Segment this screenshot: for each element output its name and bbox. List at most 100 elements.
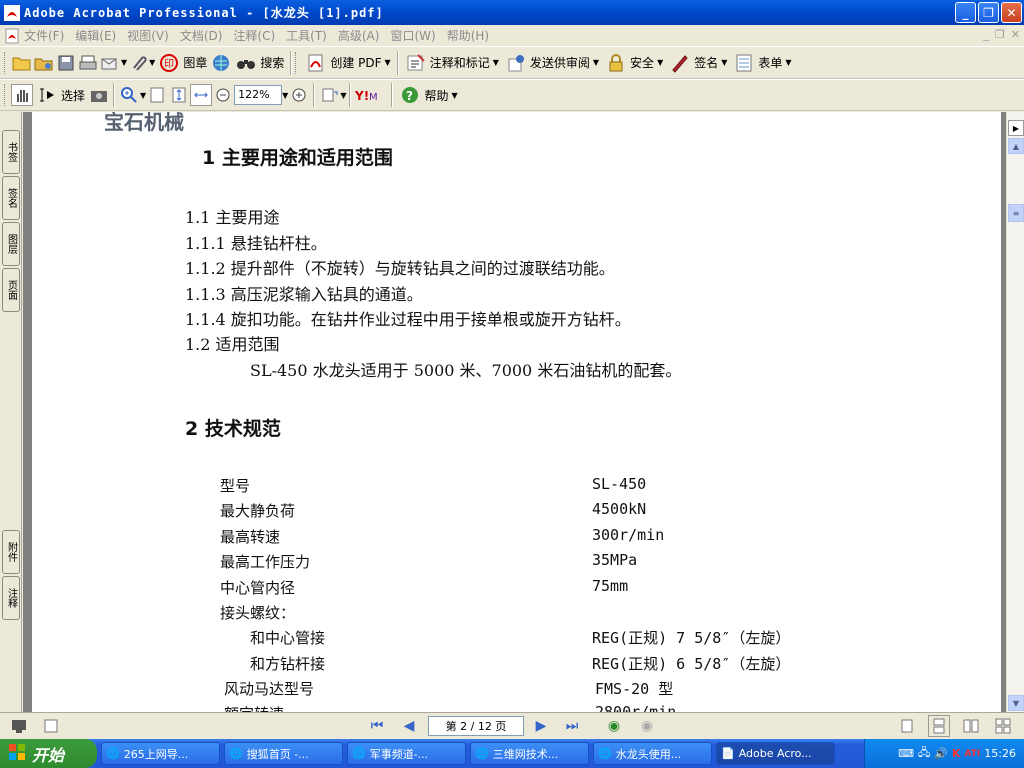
actual-size-icon[interactable] xyxy=(146,84,168,106)
snapshot-camera-icon[interactable] xyxy=(88,84,110,106)
continuous-page-icon[interactable] xyxy=(928,715,950,737)
menu-document[interactable]: 文档(D) xyxy=(180,27,223,44)
network-icon[interactable]: 🖧 xyxy=(918,744,930,763)
spec-label: 风动马达型号 xyxy=(224,680,315,698)
monitor-icon[interactable] xyxy=(8,715,30,737)
select-label: 选择 xyxy=(61,88,86,103)
email-icon[interactable] xyxy=(99,52,121,74)
task-item-ie[interactable]: 🌐 军事频道-... xyxy=(347,742,466,765)
scroll-thumb[interactable]: ≡ xyxy=(1008,204,1024,222)
menu-help[interactable]: 帮助(H) xyxy=(447,27,489,44)
scroll-down-icon[interactable]: ▼ xyxy=(1008,695,1024,711)
pane-expand-arrow-icon[interactable]: ▶ xyxy=(1008,120,1024,136)
clock[interactable]: 15:26 xyxy=(984,747,1016,760)
organizer-icon[interactable] xyxy=(33,52,55,74)
comment-markup-button[interactable]: 注释和标记 ▼ xyxy=(402,50,502,76)
spec-value: SL-450 xyxy=(592,475,647,493)
zoom-plus-icon[interactable] xyxy=(288,84,310,106)
toolbar-grip[interactable] xyxy=(295,51,298,74)
continuous-facing-icon[interactable] xyxy=(992,715,1014,737)
task-item-acrobat[interactable]: 📄 Adobe Acro... xyxy=(716,742,835,765)
secure-button[interactable]: 安全 ▼ xyxy=(602,50,666,76)
rotate-dropdown-icon[interactable]: ▼ xyxy=(340,91,346,100)
page-layout-icon[interactable] xyxy=(40,715,62,737)
previous-view-icon[interactable]: ◉ xyxy=(605,717,623,735)
forms-button[interactable]: 表单 ▼ xyxy=(730,50,794,76)
nav-tab-pages[interactable]: 页面 xyxy=(2,268,20,312)
next-view-icon[interactable]: ◉ xyxy=(638,717,656,735)
last-page-icon[interactable]: ⏭ xyxy=(563,717,581,735)
task-item-ie[interactable]: 🌐 搜狐首页 -... xyxy=(224,742,343,765)
send-review-button[interactable]: 发送供审阅 ▼ xyxy=(502,50,602,76)
stamp-button[interactable]: 印 图章 xyxy=(155,50,210,76)
spec-label: 最高转速 xyxy=(220,528,281,546)
previous-page-icon[interactable]: ◀ xyxy=(400,717,418,735)
menu-comments[interactable]: 注释(C) xyxy=(233,27,275,44)
yahoo-toolbar-icon[interactable]: Y! M xyxy=(354,84,388,106)
toolbar-grip[interactable] xyxy=(4,51,7,74)
task-item-ie[interactable]: 🌐 水龙头使用... xyxy=(593,742,712,765)
facing-pages-icon[interactable] xyxy=(960,715,982,737)
select-tool-button[interactable]: 选择 xyxy=(33,82,88,108)
save-icon[interactable] xyxy=(55,52,77,74)
task-item-ie[interactable]: 🌐 三维网技术... xyxy=(470,742,589,765)
doc-line: 1.1.2 提升部件（不旋转）与旋转钻具之间的过渡联结功能。 xyxy=(185,259,615,278)
text-select-icon xyxy=(36,84,58,106)
document-viewer[interactable]: 宝石机械 1 主要用途和适用范围 1.1 主要用途 1.1.1 悬挂钻杆柱。 1… xyxy=(23,112,1006,712)
antivirus-icon[interactable]: K xyxy=(952,747,961,760)
menu-view[interactable]: 视图(V) xyxy=(127,27,169,44)
pdf-page[interactable]: 宝石机械 1 主要用途和适用范围 1.1 主要用途 1.1.1 悬挂钻杆柱。 1… xyxy=(32,112,1001,712)
nav-tab-comments[interactable]: 注释 xyxy=(2,576,20,620)
help-button[interactable]: ? 帮助 ▼ xyxy=(396,82,460,108)
hand-tool-icon[interactable] xyxy=(11,84,33,106)
page-number-field[interactable]: 第 2 / 12 页 xyxy=(428,716,524,736)
rotate-view-icon[interactable] xyxy=(318,84,340,106)
zoom-out-icon[interactable] xyxy=(212,84,234,106)
doc-restore-button[interactable]: ❐ xyxy=(995,28,1005,41)
next-page-icon[interactable]: ▶ xyxy=(532,717,550,735)
scroll-up-icon[interactable]: ▲ xyxy=(1008,138,1024,154)
svg-text:Y!: Y! xyxy=(355,89,369,102)
spec-label: 最高工作压力 xyxy=(220,553,311,571)
toolbar-file: ▼ ▼ 印 图章 搜索 创建 PDF ▼ 注释和标记 ▼ 发送供审阅 ▼ 安全 … xyxy=(0,46,1024,79)
vertical-scrollbar[interactable]: ▶ ▲ ≡ ▼ xyxy=(1006,112,1024,712)
single-page-icon[interactable] xyxy=(896,715,918,737)
chevron-down-icon: ▼ xyxy=(451,90,458,100)
section-1-title: 1 主要用途和适用范围 xyxy=(202,147,393,169)
doc-close-button[interactable]: ✕ xyxy=(1011,28,1020,41)
create-pdf-button[interactable]: 创建 PDF ▼ xyxy=(302,50,393,76)
start-button[interactable]: 开始 xyxy=(0,739,97,768)
nav-tab-bookmarks[interactable]: 书签 xyxy=(2,130,20,174)
binoculars-icon xyxy=(235,52,257,74)
sign-button[interactable]: 签名 ▼ xyxy=(666,50,730,76)
first-page-icon[interactable]: ⏮ xyxy=(368,717,386,735)
menu-edit[interactable]: 编辑(E) xyxy=(75,27,116,44)
keyboard-icon[interactable]: ⌨ xyxy=(898,747,914,760)
doc-line: SL-450 水龙头适用于 5000 米、7000 米石油钻机的配套。 xyxy=(250,361,682,380)
nav-tab-attachments[interactable]: 附件 xyxy=(2,530,20,574)
nav-tab-signatures[interactable]: 签名 xyxy=(2,176,20,220)
restore-button[interactable]: ❐ xyxy=(978,2,999,23)
zoom-level-input[interactable]: 122% xyxy=(234,85,283,105)
doc-minimize-button[interactable]: _ xyxy=(983,28,989,41)
menu-window[interactable]: 窗口(W) xyxy=(390,27,435,44)
attach-paperclip-icon[interactable] xyxy=(127,52,149,74)
nav-tab-layers[interactable]: 图层 xyxy=(2,222,20,266)
menu-advanced[interactable]: 高级(A) xyxy=(338,27,380,44)
minimize-button[interactable]: _ xyxy=(955,2,976,23)
ie-icon: 🌐 xyxy=(229,747,243,760)
menu-file[interactable]: 文件(F) xyxy=(24,27,64,44)
print-icon[interactable] xyxy=(77,52,99,74)
ati-icon[interactable]: ATI xyxy=(965,749,981,759)
toolbar-grip[interactable] xyxy=(4,84,7,106)
task-item-ie[interactable]: 🌐 265上网导... xyxy=(101,742,220,765)
fit-page-icon[interactable] xyxy=(168,84,190,106)
zoom-in-icon[interactable] xyxy=(118,84,140,106)
close-button[interactable]: ✕ xyxy=(1001,2,1022,23)
volume-icon[interactable]: 🔊 xyxy=(934,747,948,760)
fit-width-icon[interactable] xyxy=(190,84,213,106)
web-globe-icon[interactable] xyxy=(210,52,232,74)
search-button[interactable]: 搜索 xyxy=(232,50,287,76)
menu-tools[interactable]: 工具(T) xyxy=(286,27,327,44)
open-folder-icon[interactable] xyxy=(11,52,33,74)
